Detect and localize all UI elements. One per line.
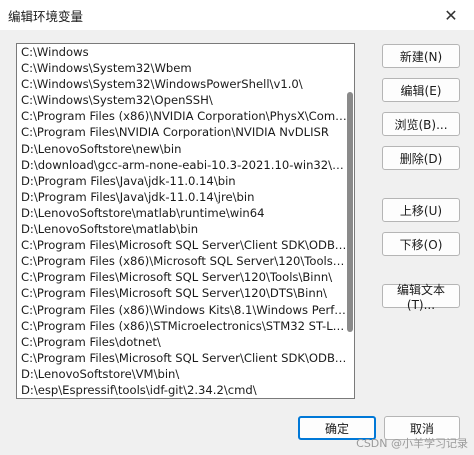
list-item[interactable]: C:\Program Files\Microsoft SQL Server\Cl… — [17, 237, 347, 253]
path-list-rows: C:\Windows C:\Windows\System32\Wbem C:\Win… — [17, 44, 347, 398]
vertical-scrollbar[interactable] — [346, 44, 354, 398]
list-item[interactable]: C:\Program Files (x86)\Microsoft SQL Ser… — [17, 253, 347, 269]
browse-button[interactable]: 浏览(B)... — [382, 112, 460, 136]
list-item[interactable]: C:\Windows — [17, 44, 347, 60]
list-item[interactable]: C:\Program Files (x86)\NVIDIA Corporatio… — [17, 108, 347, 124]
list-item[interactable]: D:\Program Files\Java\jdk-11.0.14\jre\bi… — [17, 189, 347, 205]
edit-text-button[interactable]: 编辑文本(T)... — [382, 283, 460, 312]
list-item[interactable]: D:\LenovoSoftstore\new\bin — [17, 141, 347, 157]
window-title: 编辑环境变量 — [8, 8, 84, 24]
path-list[interactable]: C:\Windows C:\Windows\System32\Wbem C:\Win… — [16, 43, 355, 399]
move-down-button[interactable]: 下移(O) — [382, 232, 460, 256]
list-item[interactable]: C:\Windows\System32\Wbem — [17, 60, 347, 76]
list-item[interactable]: C:\Program Files\NVIDIA Corporation\NVID… — [17, 124, 347, 140]
list-item[interactable]: C:\Program Files\Microsoft SQL Server\12… — [17, 285, 347, 301]
watermark: CSDN @小羊学习记录 — [356, 437, 468, 450]
list-item[interactable]: D:\Program Files\Java\jdk-11.0.14\bin — [17, 173, 347, 189]
move-up-button[interactable]: 上移(U) — [382, 198, 460, 222]
new-button[interactable]: 新建(N) — [382, 44, 460, 68]
list-item[interactable]: C:\Program Files\dotnet\ — [17, 334, 347, 350]
list-item[interactable]: D:\LenovoSoftstore\matlab\runtime\win64 — [17, 205, 347, 221]
delete-button[interactable]: 删除(D) — [382, 146, 460, 170]
list-item[interactable]: D:\LenovoSoftstore\VM\bin\ — [17, 366, 347, 382]
close-icon[interactable]: ✕ — [428, 0, 474, 30]
list-item[interactable]: C:\Program Files\Microsoft SQL Server\12… — [17, 269, 347, 285]
edit-button[interactable]: 编辑(E) — [382, 78, 460, 102]
list-item[interactable]: D:\LenovoSoftstore\matlab\bin — [17, 221, 347, 237]
list-item[interactable]: C:\Program Files (x86)\Windows Kits\8.1\… — [17, 302, 347, 318]
title-bar: 编辑环境变量 ✕ — [0, 0, 474, 30]
vertical-scrollbar-thumb[interactable] — [347, 92, 353, 332]
list-item[interactable]: D:\esp\Espressif\tools\idf-git\2.34.2\cm… — [17, 382, 347, 398]
list-item[interactable]: C:\Windows\System32\WindowsPowerShell\v1… — [17, 76, 347, 92]
list-item[interactable]: C:\Program Files (x86)\STMicroelectronic… — [17, 318, 347, 334]
list-item[interactable]: D:\download\gcc-arm-none-eabi-10.3-2021.… — [17, 157, 347, 173]
list-item[interactable]: C:\Program Files\Microsoft SQL Server\Cl… — [17, 350, 347, 366]
list-item[interactable]: C:\Windows\System32\OpenSSH\ — [17, 92, 347, 108]
